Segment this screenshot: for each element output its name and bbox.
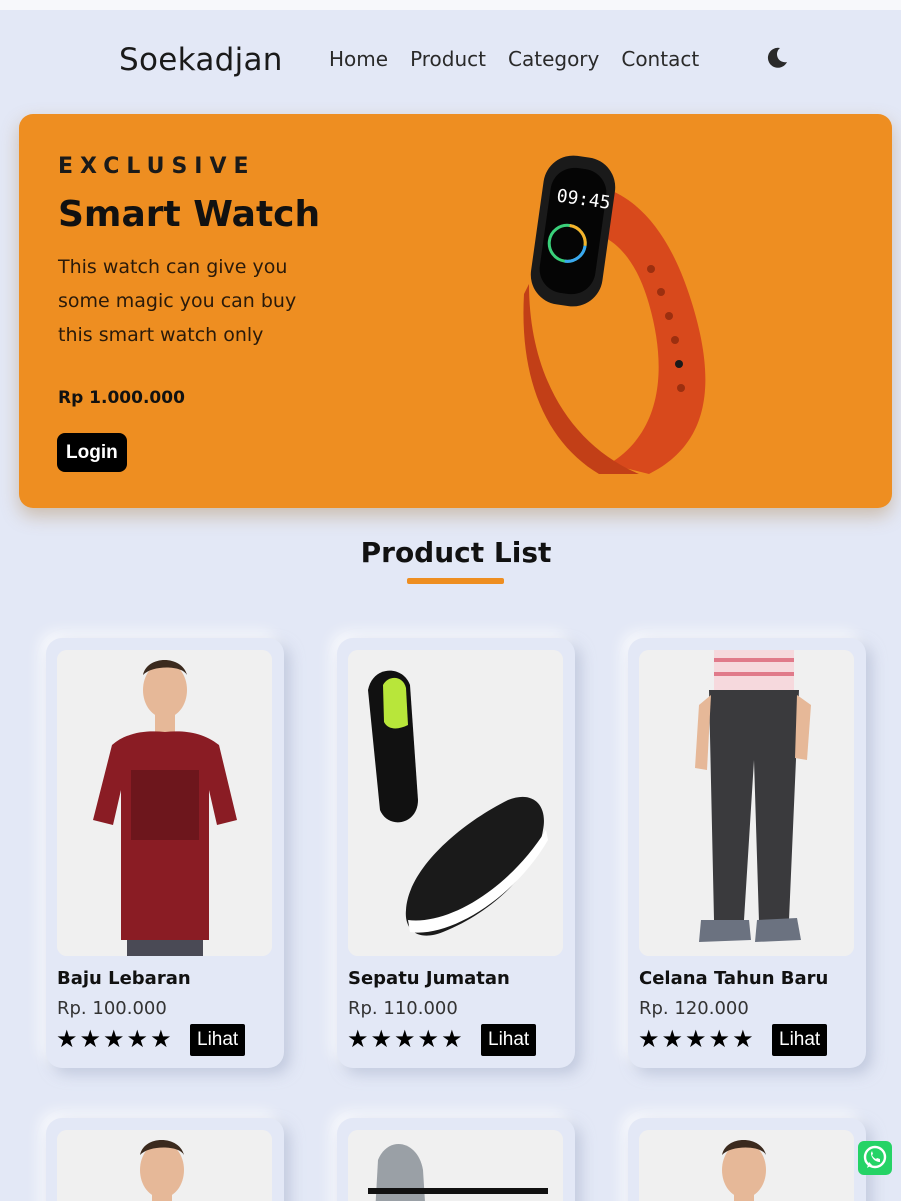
- product-price: Rp. 110.000: [348, 998, 458, 1019]
- nav-link-contact[interactable]: Contact: [621, 47, 699, 71]
- product-card[interactable]: Celana Tahun Baru Rp. 120.000 ★★★★★ Liha…: [628, 638, 866, 1068]
- nav-menu: Home Product Category Contact: [329, 47, 699, 71]
- section-title-underline: [407, 578, 504, 584]
- product-card[interactable]: Sepatu Jumatan Rp. 110.000 ★★★★★ Lihat: [337, 638, 575, 1068]
- rating-stars: ★★★★★: [638, 1025, 756, 1053]
- lihat-button[interactable]: Lihat: [772, 1024, 828, 1056]
- lihat-button[interactable]: Lihat: [190, 1024, 246, 1056]
- hero-kicker: EXCLUSIVE: [58, 154, 256, 179]
- moon-icon[interactable]: [765, 46, 789, 70]
- login-button[interactable]: Login: [57, 433, 127, 472]
- hero-title: Smart Watch: [58, 194, 321, 235]
- product-card[interactable]: [46, 1118, 284, 1201]
- hero-price: Rp 1.000.000: [58, 388, 185, 408]
- nav-link-category[interactable]: Category: [508, 47, 599, 71]
- section-title: Product List: [360, 536, 552, 569]
- brand-logo[interactable]: Soekadjan: [119, 42, 283, 78]
- top-strip: [0, 0, 901, 10]
- product-name: Baju Lebaran: [57, 968, 191, 989]
- hero-description: This watch can give you some magic you c…: [58, 256, 297, 346]
- product-image-black-sneakers[interactable]: [348, 650, 563, 956]
- product-card[interactable]: [337, 1118, 575, 1201]
- lihat-button[interactable]: Lihat: [481, 1024, 537, 1056]
- product-name: Celana Tahun Baru: [639, 968, 829, 989]
- hero-banner: EXCLUSIVE Smart Watch This watch can giv…: [19, 114, 892, 508]
- smart-watch-image: 09:45: [523, 155, 706, 474]
- whatsapp-icon[interactable]: [858, 1141, 892, 1175]
- product-card[interactable]: Baju Lebaran Rp. 100.000 ★★★★★ Lihat: [46, 638, 284, 1068]
- rating-stars: ★★★★★: [56, 1025, 174, 1053]
- product-image-grey-joggers[interactable]: [639, 650, 854, 956]
- product-card[interactable]: [628, 1118, 866, 1201]
- product-price: Rp. 120.000: [639, 998, 749, 1019]
- product-name: Sepatu Jumatan: [348, 968, 510, 989]
- product-price: Rp. 100.000: [57, 998, 167, 1019]
- product-image-shirt[interactable]: [639, 1130, 854, 1201]
- product-image-shoe[interactable]: [348, 1130, 563, 1201]
- product-image-tshirt[interactable]: [57, 1130, 272, 1201]
- navbar: Soekadjan Home Product Category Contact: [0, 10, 901, 105]
- nav-link-home[interactable]: Home: [329, 47, 388, 71]
- nav-link-product[interactable]: Product: [410, 47, 486, 71]
- rating-stars: ★★★★★: [347, 1025, 465, 1053]
- product-image-red-tshirt[interactable]: [57, 650, 272, 956]
